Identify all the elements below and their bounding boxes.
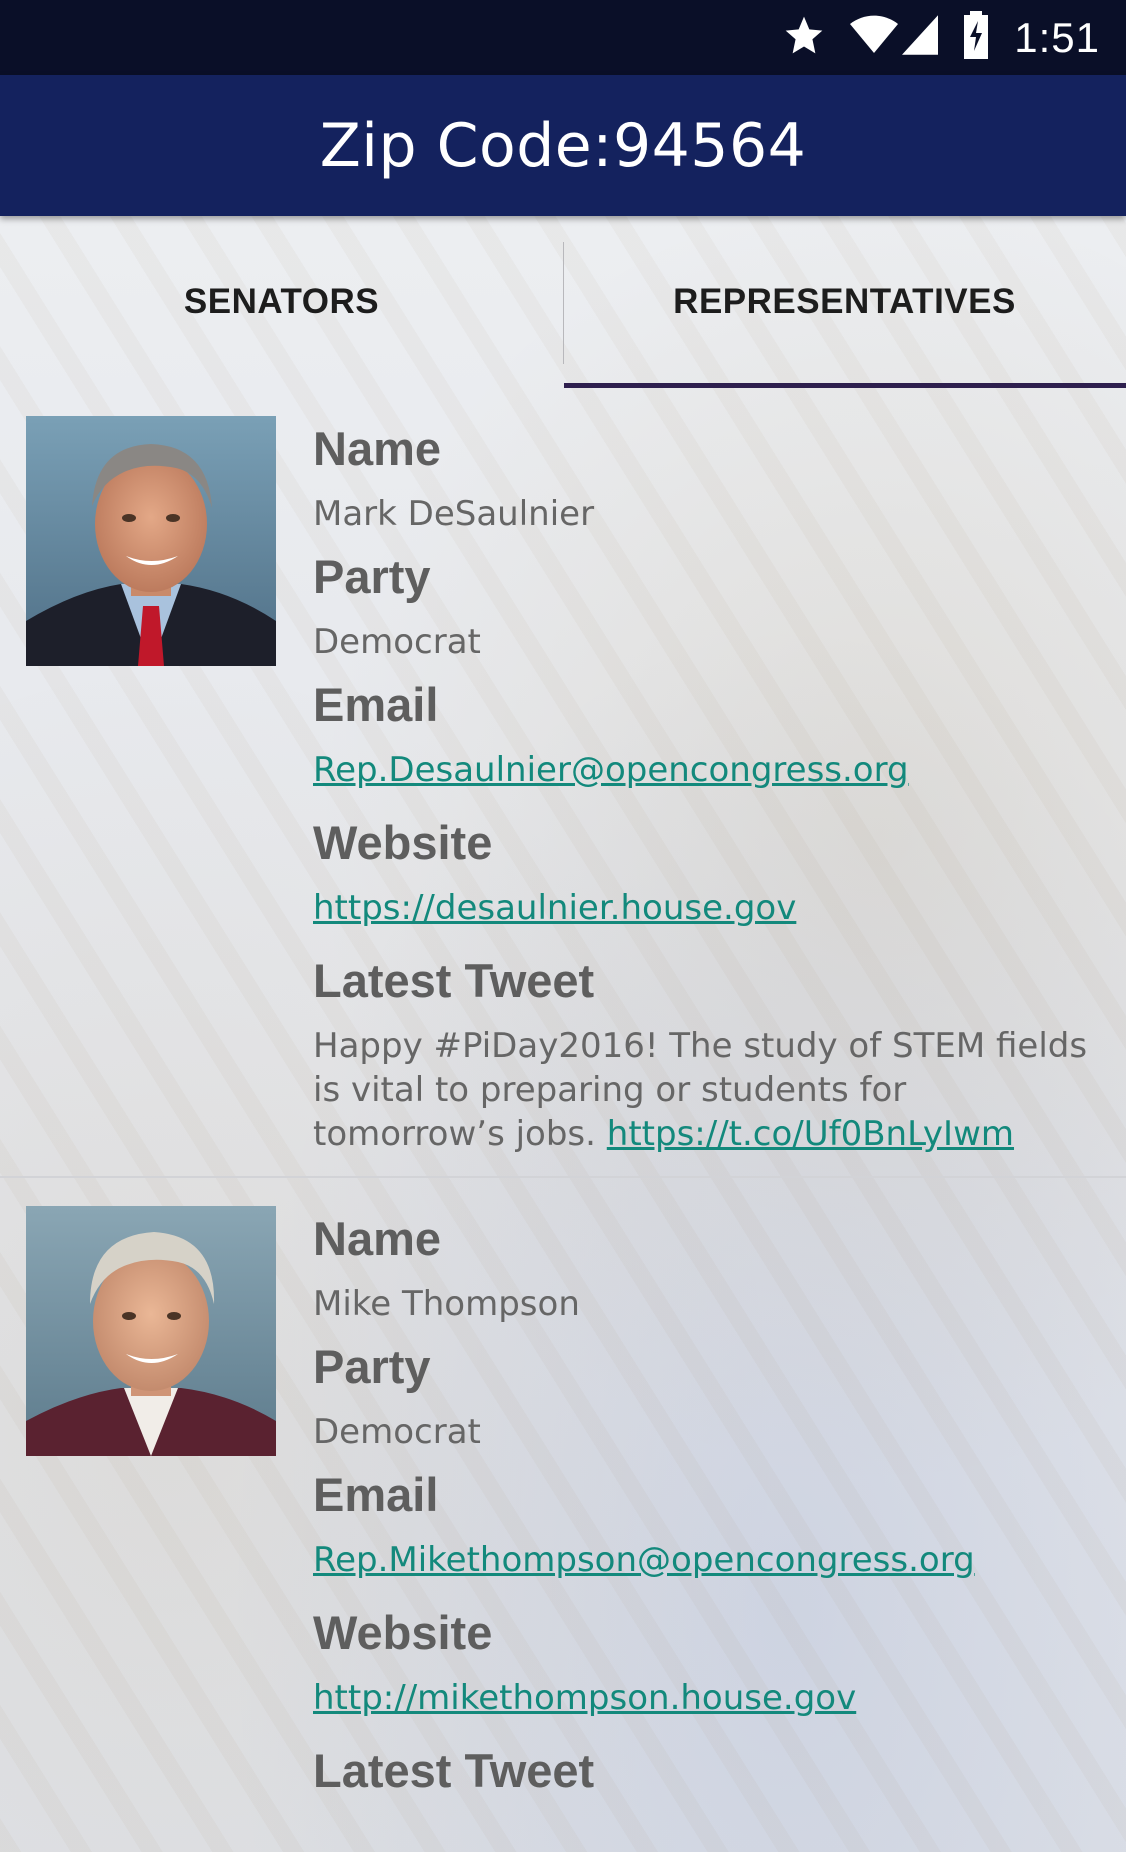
email-label: Email [313,1468,439,1521]
name-label: Name [313,1212,442,1265]
tab-representatives[interactable]: REPRESENTATIVES [563,216,1126,388]
representative-photo [26,1206,276,1456]
representative-card[interactable]: Name Mike Thompson Party Democrat Email … [0,1176,1126,1834]
name-label: Name [313,422,442,475]
name-value: Mike Thompson [313,1284,580,1324]
website-label: Website [313,816,493,869]
status-bar: 1:51 [0,0,1126,75]
battery-charging-icon [962,11,990,64]
name-value: Mark DeSaulnier [313,494,595,534]
party-value: Democrat [313,622,481,662]
main-content[interactable]: SENATORS REPRESENTATIVES Name Mark DeSau… [0,216,1126,1852]
tweet-link[interactable]: https://t.co/Uf0BnLyIwm [607,1114,1014,1154]
website-link[interactable]: https://desaulnier.house.gov [313,886,796,930]
tab-bar: SENATORS REPRESENTATIVES [0,216,1126,388]
party-label: Party [313,1340,431,1393]
representative-info: Name Mike Thompson Party Democrat Email … [313,1212,1126,1798]
website-label: Website [313,1606,493,1659]
latest-tweet-label: Latest Tweet [313,954,595,1007]
party-value: Democrat [313,1412,481,1452]
screen-edge [1126,0,1130,1852]
email-link[interactable]: Rep.Desaulnier@opencongress.org [313,748,909,792]
app-screen: 1:51 Zip Code:94564 SENATORS REPRESENTAT… [0,0,1126,1852]
wifi-icon [850,15,899,60]
party-label: Party [313,550,431,603]
page-title: Zip Code:94564 [319,110,807,181]
representative-card[interactable]: Name Mark DeSaulnier Party Democrat Emai… [0,388,1126,1176]
tab-label: REPRESENTATIVES [673,282,1016,321]
latest-tweet-label: Latest Tweet [313,1744,595,1797]
cell-signal-icon [902,15,939,60]
tab-divider [563,242,564,364]
device-screen: 1:51 Zip Code:94564 SENATORS REPRESENTAT… [0,0,1130,1852]
representative-info: Name Mark DeSaulnier Party Democrat Emai… [313,422,1126,1156]
app-bar: Zip Code:94564 [0,75,1126,216]
representative-photo [26,416,276,666]
status-icons: 1:51 [782,0,1100,75]
status-time: 1:51 [1014,13,1100,61]
email-link[interactable]: Rep.Mikethompson@opencongress.org [313,1538,975,1582]
email-label: Email [313,678,439,731]
tab-senators[interactable]: SENATORS [0,216,563,388]
tab-label: SENATORS [183,282,380,321]
latest-tweet: Happy #PiDay2016! The study of STEM fiel… [313,1024,1106,1156]
website-link[interactable]: http://mikethompson.house.gov [313,1676,856,1720]
star-icon [782,13,826,62]
